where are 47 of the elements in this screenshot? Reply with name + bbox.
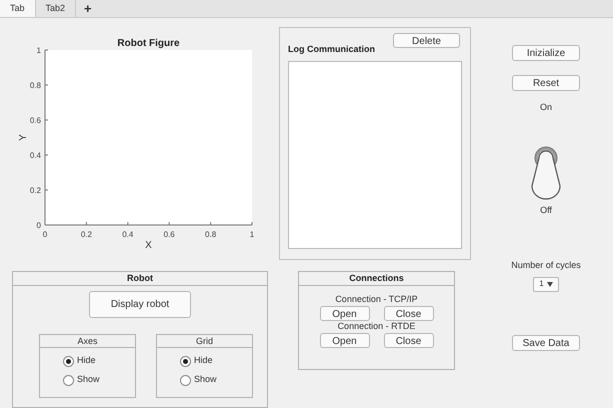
delete-button[interactable]: Delete <box>393 33 460 48</box>
tick-label: 1 <box>36 46 41 55</box>
panel-title: Robot <box>13 272 267 286</box>
panel-title: Connections <box>299 272 454 286</box>
radio-label: Show <box>194 373 217 386</box>
panel-title: Log Communication <box>288 42 375 56</box>
caret-icon <box>546 282 553 286</box>
radio-button[interactable] <box>180 374 191 386</box>
tick-label: 0.2 <box>80 230 92 239</box>
panel-title: Grid <box>157 335 252 348</box>
connection-label: Connection - TCP/IP <box>335 294 418 305</box>
switch-on-label: On <box>540 101 552 114</box>
reset-button[interactable]: Reset <box>512 75 580 91</box>
radio-button[interactable] <box>63 356 74 366</box>
panel-title: Axes <box>40 335 135 348</box>
switch-off-label: Off <box>540 204 552 216</box>
open-button[interactable]: Open <box>320 333 370 348</box>
axis-label: X <box>145 240 152 251</box>
connection-label: Connection - RTDE <box>338 321 416 332</box>
open-button[interactable]: Open <box>320 306 370 321</box>
tick-label: 0.8 <box>205 230 216 239</box>
initialize-button[interactable]: Inizialize <box>512 45 580 61</box>
tick-label: 0.6 <box>164 230 175 239</box>
close-button[interactable]: Close <box>384 333 434 348</box>
close-button[interactable]: Close <box>384 306 434 321</box>
tick-label: 0.4 <box>122 230 134 239</box>
display-robot-button[interactable]: Display robot <box>89 291 191 318</box>
chart-title: Robot Figure <box>117 38 180 49</box>
radio-label: Hide <box>77 354 96 368</box>
axis-label: Y <box>18 134 29 141</box>
tick-label: 0.8 <box>30 81 41 90</box>
add-tab-button[interactable]: + <box>76 0 100 17</box>
radio-label: Hide <box>194 354 213 368</box>
tick-label: 0.6 <box>30 116 41 125</box>
tick-label: 0 <box>36 221 41 230</box>
radio-button[interactable] <box>180 356 191 366</box>
tick-label: 0.2 <box>30 186 41 195</box>
save-data-button[interactable]: Save Data <box>512 334 580 350</box>
radio-label: Show <box>77 373 100 386</box>
tick-label: 0 <box>42 230 48 239</box>
tab[interactable]: Tab <box>0 0 36 17</box>
toggle-switch[interactable] <box>530 144 562 202</box>
tick-label: 1 <box>250 230 254 239</box>
tick-label: 0.4 <box>30 151 41 160</box>
cycles-label: Number of cycles <box>511 259 581 272</box>
radio-button[interactable] <box>63 374 74 386</box>
cycles-dropdown[interactable]: 1 <box>533 276 559 292</box>
